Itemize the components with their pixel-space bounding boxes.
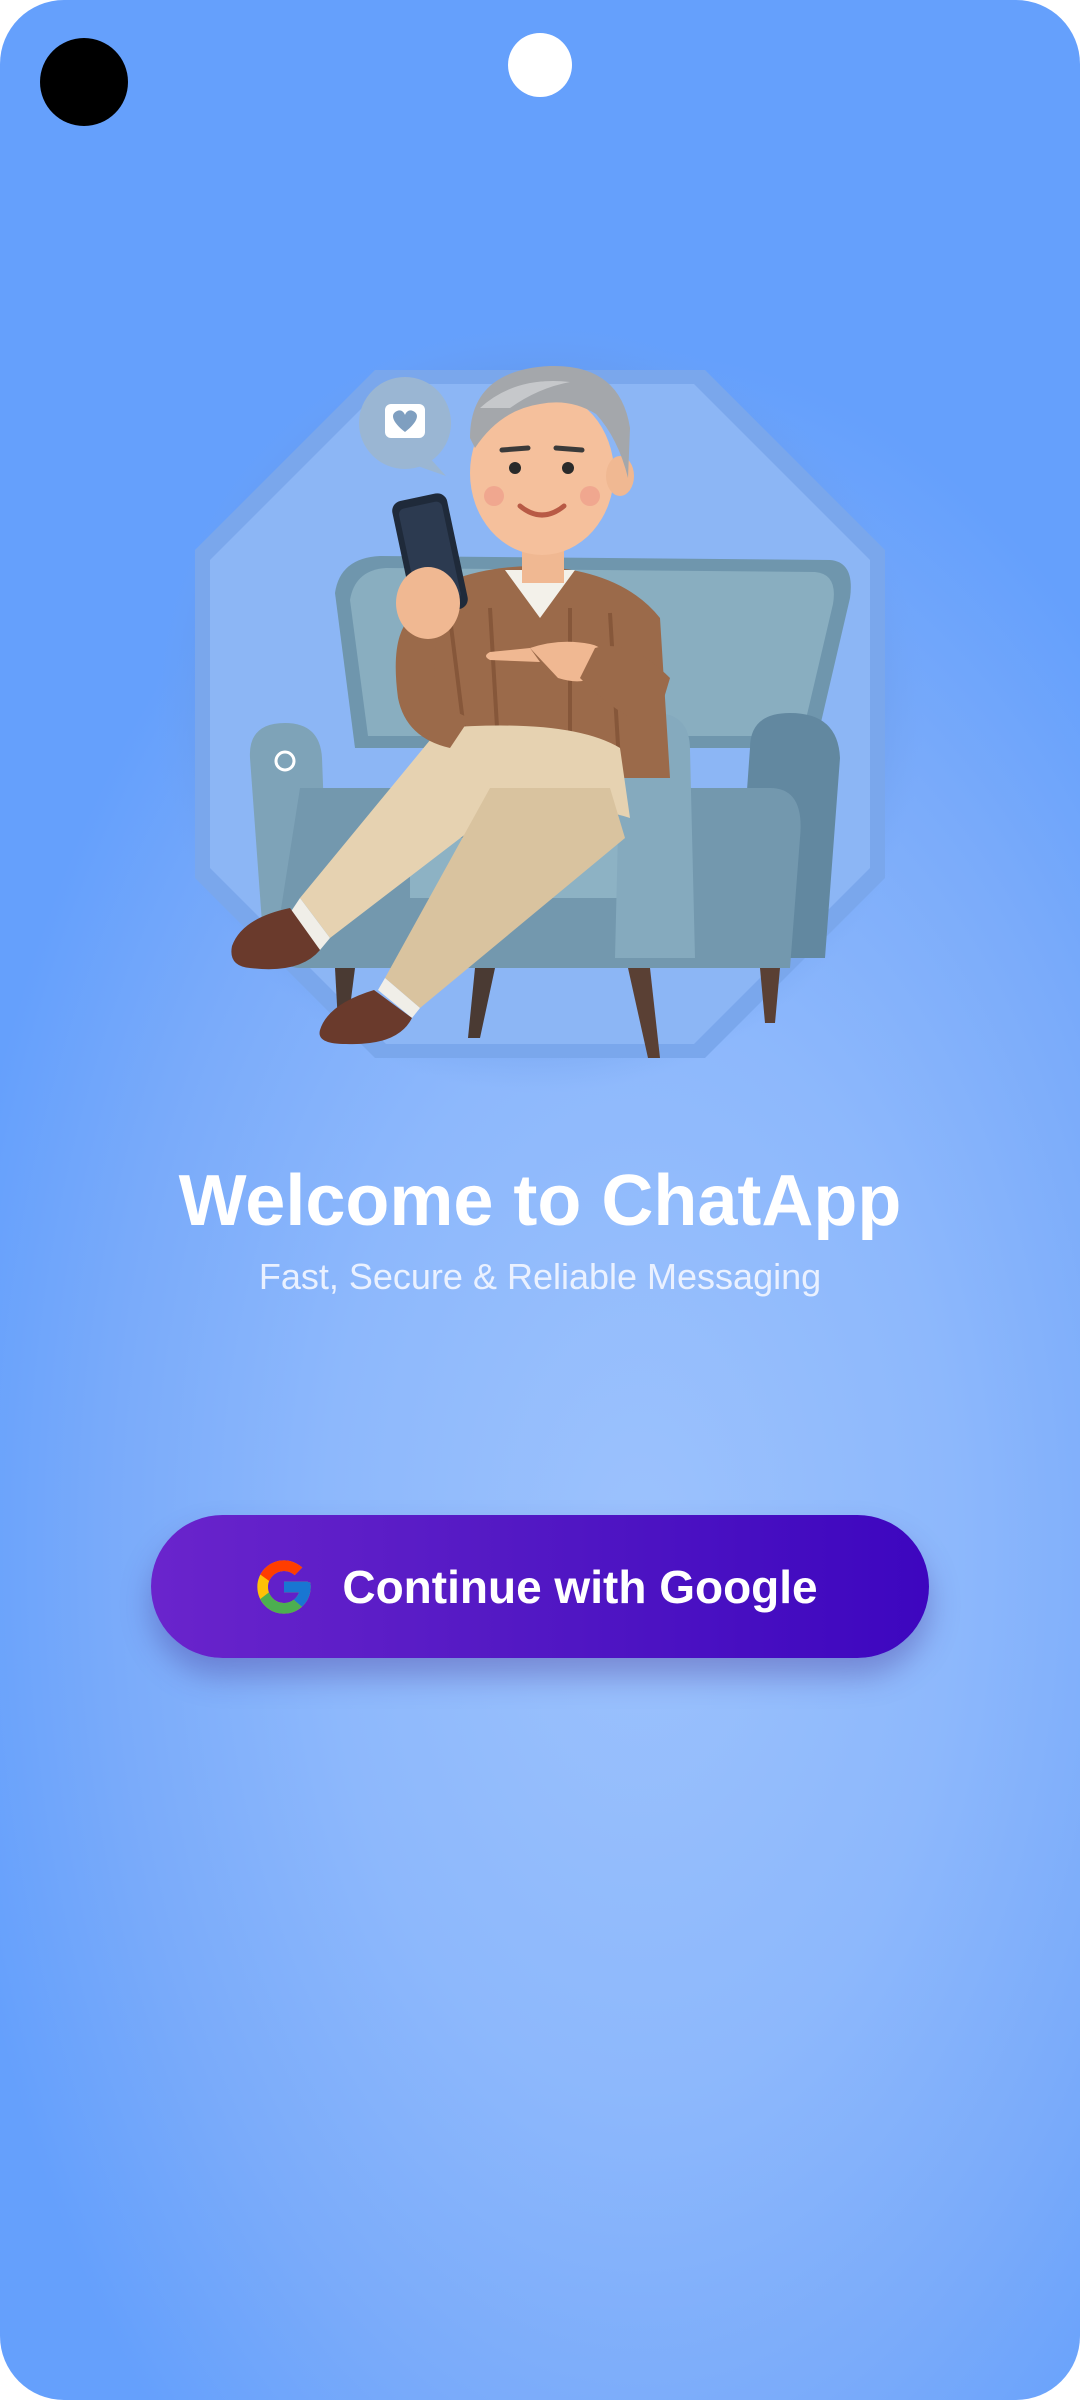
continue-with-google-button[interactable]: Continue with Google bbox=[151, 1515, 929, 1658]
welcome-screen: Welcome to ChatApp Fast, Secure & Reliab… bbox=[0, 0, 1080, 2400]
welcome-subtitle: Fast, Secure & Reliable Messaging bbox=[258, 1256, 822, 1297]
notch-dot-icon bbox=[508, 33, 572, 97]
camera-icon bbox=[40, 38, 128, 126]
google-g-icon bbox=[252, 1555, 316, 1619]
hero-illustration bbox=[150, 318, 930, 1098]
continue-with-google-label: Continue with Google bbox=[342, 1560, 818, 1613]
welcome-title: Welcome to ChatApp bbox=[178, 1161, 902, 1241]
